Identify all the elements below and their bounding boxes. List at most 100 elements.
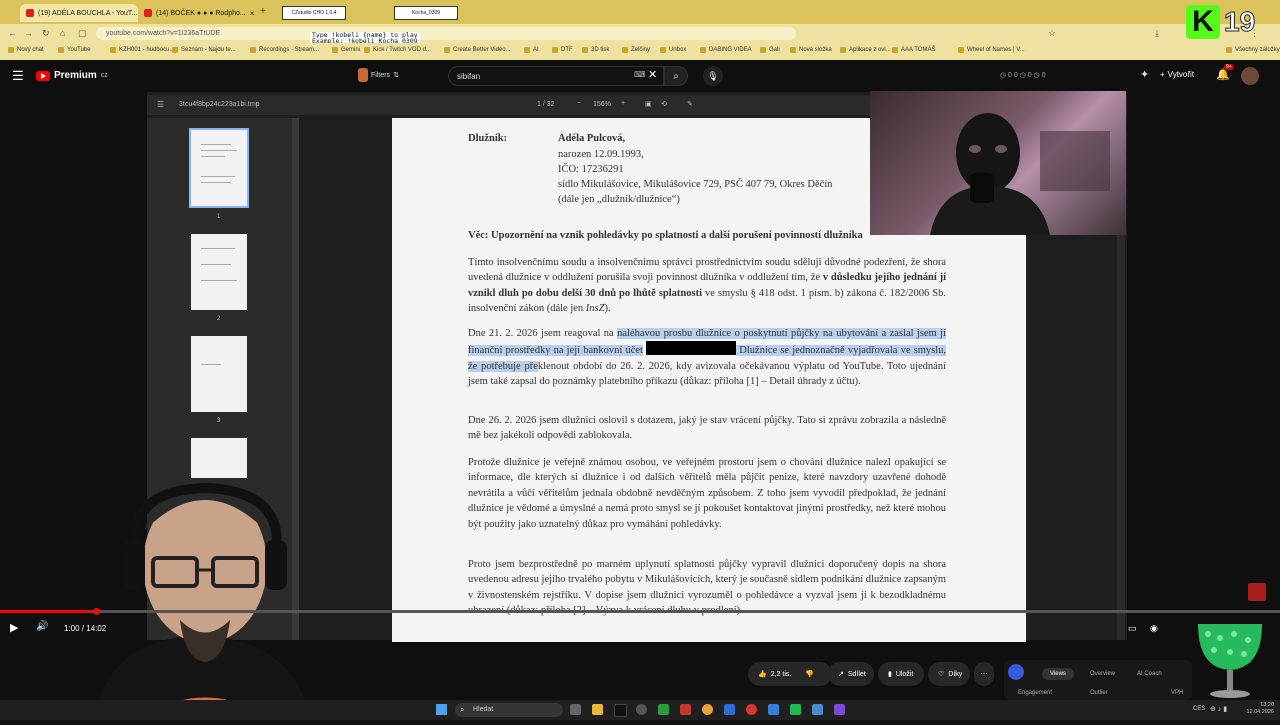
- zoom-in-icon[interactable]: +: [621, 100, 625, 107]
- browser-tab[interactable]: (19) ADÉLA BOUCHLA - YouT... ×: [20, 4, 138, 22]
- app-icon[interactable]: [724, 704, 735, 715]
- opera-icon[interactable]: [746, 704, 757, 715]
- pdf-menu-icon[interactable]: ☰: [157, 100, 164, 109]
- thumbs-down-icon[interactable]: 👎: [805, 670, 814, 678]
- hamburger-menu-icon[interactable]: ☰: [12, 68, 24, 84]
- forward-icon[interactable]: →: [24, 28, 33, 38]
- video-progress-bar[interactable]: [0, 610, 1280, 613]
- bookmark-item[interactable]: KZH001 - hudbocu...: [110, 47, 174, 53]
- clear-search-icon[interactable]: ✕: [648, 68, 657, 81]
- bookmark-item[interactable]: Kick / Twitch VOD d...: [364, 47, 431, 53]
- page-indicator[interactable]: 1 / 32: [537, 101, 555, 108]
- folder-icon: [660, 47, 666, 53]
- tab-title: (14) BOČEK ● ● ● Rodpho...: [156, 9, 246, 17]
- search-button[interactable]: ⌕: [664, 66, 688, 86]
- close-tab-icon[interactable]: ×: [250, 9, 255, 18]
- play-icon[interactable]: ▶: [10, 621, 18, 634]
- create-button[interactable]: + Vytvořit: [1160, 70, 1194, 79]
- language-indicator[interactable]: CES: [1193, 706, 1205, 712]
- file-explorer-icon[interactable]: [592, 704, 603, 715]
- chrome-icon[interactable]: [702, 704, 713, 715]
- bookmark-item[interactable]: DTF: [552, 47, 573, 53]
- text-italic: InsZ: [585, 303, 605, 315]
- fit-page-icon[interactable]: ▣: [645, 100, 652, 108]
- app-icon[interactable]: [790, 704, 801, 715]
- bookmark-item[interactable]: Nový chat: [8, 47, 44, 53]
- page-thumbnail[interactable]: [189, 128, 249, 208]
- new-tab-icon[interactable]: +: [260, 6, 266, 17]
- bookmark-item[interactable]: Unbox: [660, 47, 686, 53]
- more-actions-button[interactable]: ⋯: [974, 662, 994, 686]
- analytics-tab[interactable]: Overview: [1090, 671, 1115, 677]
- analytics-subtab[interactable]: Outlier: [1090, 690, 1108, 696]
- url-field[interactable]: youtube.com/watch?v=1I236aTtUDE: [96, 27, 796, 40]
- bookmark-item[interactable]: Všechny záložky: [1226, 47, 1280, 53]
- back-icon[interactable]: ←: [8, 28, 17, 38]
- analytics-subtab[interactable]: Engagement: [1018, 690, 1052, 696]
- youtube-logo[interactable]: Premium CZ: [36, 70, 107, 81]
- avatar[interactable]: [1241, 67, 1259, 85]
- browser-tab[interactable]: (14) BOČEK ● ● ● Rodpho... ×: [138, 4, 256, 22]
- bookmark-item[interactable]: Nová složka: [790, 47, 832, 53]
- sponsor-extension-icon[interactable]: [1248, 583, 1266, 601]
- bookmark-star-icon[interactable]: ☆: [1048, 28, 1056, 39]
- app-icon[interactable]: [636, 704, 647, 715]
- bookmark-item[interactable]: Seznam - Najdu te...: [172, 47, 236, 53]
- bookmark-item[interactable]: Gemini: [332, 47, 360, 53]
- bookmark-item[interactable]: Gali: [760, 47, 780, 53]
- clock[interactable]: 13:20 12.04.2026: [1238, 702, 1274, 716]
- taskbar-search[interactable]: ⌕ Hledat: [455, 703, 563, 717]
- bookmark-item[interactable]: Create Better Video...: [444, 47, 511, 53]
- analytics-tab[interactable]: Views: [1042, 668, 1074, 680]
- bookmark-label: KZH001 - hudbocu...: [119, 47, 175, 53]
- bookmark-item[interactable]: AI: [524, 47, 539, 53]
- tiktok-icon[interactable]: [614, 704, 627, 717]
- bookmark-label: DABING VIDEA: [709, 47, 752, 53]
- streamer-avatar-icon: [358, 68, 368, 82]
- filters-button[interactable]: Filters ⇅: [358, 64, 404, 86]
- bookmark-item[interactable]: YouTube: [58, 47, 91, 53]
- analytics-tab[interactable]: AI Coach: [1137, 671, 1162, 677]
- bookmark-item[interactable]: Aplikace z ovl...: [840, 47, 891, 53]
- zoom-level[interactable]: 156%: [593, 101, 611, 108]
- save-button[interactable]: ▮ Uložit: [878, 662, 924, 686]
- task-view-icon[interactable]: [570, 704, 581, 715]
- app-icon[interactable]: [768, 704, 779, 715]
- download-icon[interactable]: ⤓: [1155, 28, 1159, 39]
- keyboard-icon[interactable]: ⌨: [634, 70, 646, 79]
- progress-scrubber-handle[interactable]: [93, 608, 100, 615]
- app-icon[interactable]: [812, 704, 823, 715]
- autoplay-toggle-icon[interactable]: ◉: [1150, 623, 1158, 634]
- xbox-icon[interactable]: [658, 704, 669, 715]
- page-thumbnail[interactable]: [191, 336, 247, 412]
- home-icon[interactable]: ⌂: [60, 28, 65, 38]
- bookmark-item[interactable]: Recordings - Stream...: [250, 47, 319, 53]
- subtitles-icon[interactable]: ▭: [1128, 623, 1137, 634]
- windows-start-icon[interactable]: [436, 704, 447, 715]
- folder-icon: [444, 47, 450, 53]
- rotate-icon[interactable]: ⟲: [661, 100, 667, 108]
- filter-icon: ⇅: [393, 72, 399, 79]
- page-thumbnail[interactable]: [191, 234, 247, 310]
- bookmark-item[interactable]: DABING VIDEA: [700, 47, 752, 53]
- volume-icon[interactable]: 🔊: [36, 621, 48, 632]
- draw-icon[interactable]: ✎: [687, 100, 693, 108]
- like-button[interactable]: 👍 2,2 tis. 👎: [748, 662, 832, 686]
- zoom-out-icon[interactable]: −: [577, 100, 581, 107]
- thanks-button[interactable]: ♡ Díky: [928, 662, 970, 686]
- voice-search-button[interactable]: 🎙: [703, 66, 723, 86]
- share-button[interactable]: ↗ Sdílet: [828, 662, 874, 686]
- reload-icon[interactable]: ↻: [42, 28, 50, 39]
- bookmark-item[interactable]: AAA TOMÁŠ: [892, 47, 935, 53]
- search-icon: ⌕: [673, 71, 679, 82]
- app-icon[interactable]: [834, 704, 845, 715]
- analytics-subtab[interactable]: VPH: [1171, 690, 1183, 696]
- bookmark-item[interactable]: Wheel of Names | V...: [958, 47, 1025, 53]
- tab-search-icon[interactable]: ▢: [78, 28, 87, 39]
- search-input[interactable]: sibifan: [448, 66, 664, 86]
- bookmark-item[interactable]: Zelčiny: [622, 47, 650, 53]
- tray-icons[interactable]: ⊕ ♪ ▮: [1210, 705, 1227, 713]
- extension-icon[interactable]: ✦: [1140, 68, 1149, 81]
- app-icon[interactable]: [680, 704, 691, 715]
- bookmark-item[interactable]: 3D tisk: [582, 47, 609, 53]
